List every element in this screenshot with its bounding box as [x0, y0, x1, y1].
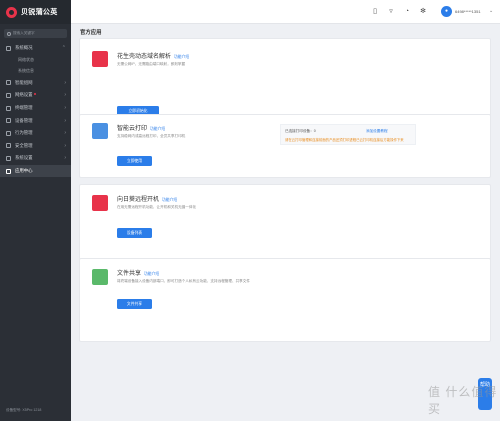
behavior-icon [6, 130, 11, 136]
card-desc: 无需公网IP，无需路由端口映射，即刻掌握 [117, 62, 186, 66]
device-list-button[interactable]: 设备列表 [117, 228, 152, 238]
sidebar-item-label: 安全管理 [15, 142, 33, 148]
sidebar-nav: 系统概况 ⌃ 网络状态 系统信息 智能组网 › 网络设置 › 终端管理 › 设备… [0, 42, 71, 178]
network-icon [6, 80, 11, 86]
app-card-cloud-print: 智能云打印 功能介绍 支持稳网内或高远程打印，全员共享打印机 已连接打印设备：0 … [79, 114, 491, 178]
printer-warning: 请在云打印管理和连接前面的产品还须打印进程已云打印机连接后方能操作下来 [285, 138, 404, 142]
sidebar-item-label: 终端管理 [15, 105, 33, 111]
search-icon [7, 31, 11, 36]
peanut-shell-icon [92, 51, 108, 67]
app-card-sunflower: 向日葵远程开机 功能介绍 在用无需远程开机功能，让开机和关机无缝一体化 设备列表 [79, 184, 491, 268]
chevron-right-icon: › [64, 142, 66, 149]
account-name[interactable]: 6498*****1351 [455, 9, 481, 14]
chevron-right-icon: › [64, 130, 66, 137]
shirt-icon[interactable]: ▿ [387, 7, 395, 16]
globe-icon [6, 92, 11, 98]
card-title-text: 智能云打印 [117, 126, 148, 132]
sidebar: 贝锐蒲公英 搜索入关键字 系统概况 ⌃ 网络状态 系统信息 智能组网 › 网络设… [0, 0, 71, 421]
sidebar-item-label: 智能组网 [15, 79, 33, 85]
printer-count: 已连接打印设备：0 [285, 129, 316, 133]
card-title: 智能云打印 功能介绍 [117, 123, 165, 132]
notification-dot [33, 92, 37, 96]
brand-logo-icon [6, 6, 17, 18]
card-title: 文件共享 功能介绍 [117, 268, 159, 277]
sidebar-item-label: 网络设置 [15, 92, 33, 98]
func-intro-link[interactable]: 功能介绍 [150, 127, 165, 131]
sidebar-item-behavior[interactable]: 行为管理 › [0, 127, 71, 140]
brand: 贝锐蒲公英 [0, 0, 71, 24]
chevron-right-icon: › [64, 92, 66, 99]
sidebar-subitem-system-info[interactable]: 系统信息 [0, 66, 71, 77]
app-card-file-share: 文件共享 功能介绍 将终端设备接入设备内部端口，即可打造个人私有云功能，支持远程管… [79, 258, 491, 342]
top-header: ▯ ▿ ◔ ✻ ● 6498*****1351 ⌄ [71, 0, 500, 24]
card-title: 花生壳动态域名解析 功能介绍 [117, 51, 189, 60]
device-icon [6, 118, 11, 124]
card-desc: 在用无需远程开机功能，让开机和关机无缝一体化 [117, 205, 197, 209]
cloud-print-icon [92, 123, 108, 139]
page-title: 官方应用 [80, 30, 102, 36]
sidebar-item-app-center[interactable]: 应用中心 [0, 164, 71, 178]
shield-icon [6, 143, 11, 149]
avatar[interactable]: ● [441, 6, 452, 17]
use-now-button[interactable]: 立即使用 [117, 156, 152, 166]
chevron-right-icon: › [64, 79, 66, 86]
sidebar-item-terminal[interactable]: 终端管理 › [0, 102, 71, 115]
gear-icon[interactable]: ✻ [419, 7, 427, 16]
sunflower-icon [92, 195, 108, 211]
chevron-down-icon[interactable]: ⌄ [489, 8, 493, 14]
card-title-text: 花生壳动态域名解析 [117, 54, 172, 60]
watermark: 值 什么值得买 [428, 385, 498, 416]
terminal-icon [6, 105, 11, 111]
sidebar-item-label: 应用中心 [15, 168, 33, 174]
func-intro-link[interactable]: 功能介绍 [162, 198, 177, 202]
phone-icon[interactable]: ▯ [371, 7, 379, 16]
sidebar-item-label: 系统概况 [15, 45, 33, 51]
search-input[interactable]: 搜索入关键字 [4, 29, 67, 38]
setup-tutorial-link[interactable]: 添加设置教程 [366, 129, 388, 134]
chevron-right-icon: › [64, 105, 66, 112]
sidebar-subitem-network-status[interactable]: 网络状态 [0, 55, 71, 66]
overview-icon [6, 45, 11, 51]
sidebar-item-label: 行为管理 [15, 130, 33, 136]
func-intro-link[interactable]: 功能介绍 [174, 55, 189, 59]
brand-name: 贝锐蒲公英 [21, 9, 58, 16]
file-share-icon [92, 269, 108, 285]
sidebar-item-label: 系统设置 [15, 155, 33, 161]
gear-icon [6, 155, 11, 161]
printer-status-box: 已连接打印设备：0 添加设置教程 请在云打印管理和连接前面的产品还须打印进程已云… [280, 124, 416, 145]
sidebar-item-overview[interactable]: 系统概况 ⌃ [0, 42, 71, 55]
search-placeholder: 搜索入关键字 [13, 31, 35, 35]
card-title: 向日葵远程开机 功能介绍 [117, 194, 177, 203]
sidebar-item-smart-network[interactable]: 智能组网 › [0, 77, 71, 90]
func-intro-link[interactable]: 功能介绍 [144, 272, 159, 276]
file-share-button[interactable]: 文件共享 [117, 299, 152, 309]
sidebar-item-network-settings[interactable]: 网络设置 › [0, 89, 71, 102]
card-title-text: 文件共享 [117, 271, 142, 277]
sidebar-item-devices[interactable]: 设备管理 › [0, 114, 71, 127]
main-content: 官方应用 花生壳动态域名解析 功能介绍 无需公网IP，无需路由端口映射，即刻掌握 … [71, 24, 500, 421]
bell-icon[interactable]: ◔ [403, 7, 411, 16]
sidebar-item-system-settings[interactable]: 系统设置 › [0, 152, 71, 165]
card-desc: 将终端设备接入设备内部端口，即可打造个人私有云功能，支持远程管理、共享文件 [117, 279, 250, 283]
device-model: 设备型号: X5Pro 1218 [6, 408, 42, 412]
chevron-right-icon: › [64, 117, 66, 124]
chevron-up-icon: ⌃ [61, 45, 66, 52]
chevron-right-icon: › [64, 155, 66, 162]
card-desc: 支持稳网内或高远程打印，全员共享打印机 [117, 134, 186, 138]
sidebar-item-security[interactable]: 安全管理 › [0, 140, 71, 153]
card-title-text: 向日葵远程开机 [117, 197, 160, 203]
apps-icon [6, 168, 11, 174]
sidebar-item-label: 设备管理 [15, 117, 33, 123]
